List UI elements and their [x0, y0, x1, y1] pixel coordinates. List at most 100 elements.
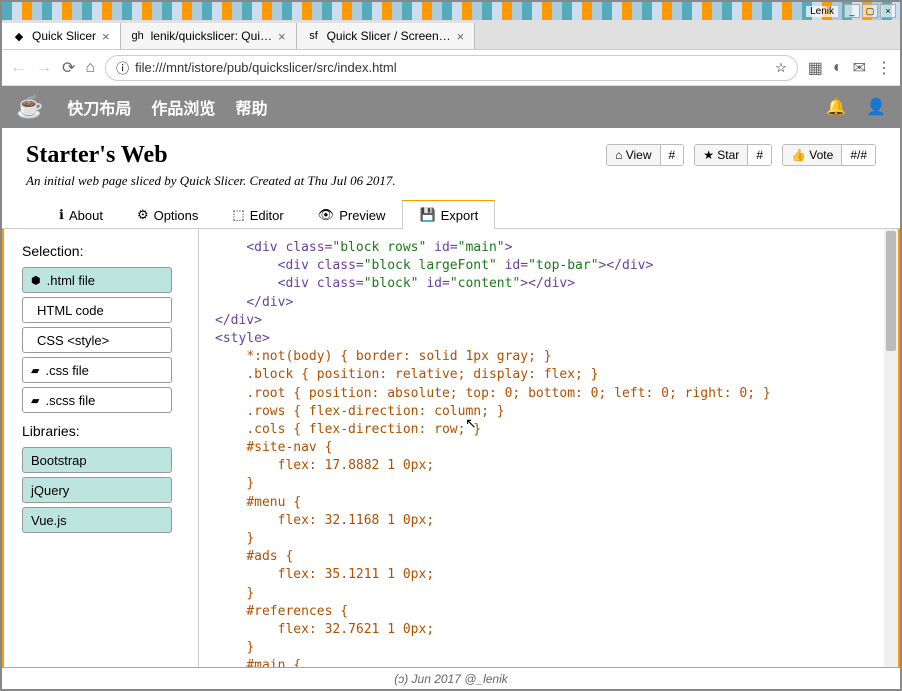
lib-bootstrap[interactable]: Bootstrap: [22, 447, 172, 473]
tab-options[interactable]: ⚙Options: [120, 200, 215, 229]
format-label: CSS <style>: [37, 333, 109, 348]
titlebar-user: Lenik: [806, 6, 838, 17]
browser-tabstrip: ◆Quick Slicer×ghlenik/quickslicer: Qui…×…: [2, 20, 900, 50]
badge-button[interactable]: ⌂ View: [607, 145, 660, 165]
url-text: file:///mnt/istore/pub/quickslicer/src/i…: [135, 60, 769, 75]
tab-icon: 👁: [318, 207, 335, 223]
tab-preview[interactable]: 👁 Preview: [301, 200, 403, 229]
tab-label: Options: [154, 208, 199, 223]
code-line: </div>: [215, 312, 882, 330]
code-line: <div class="block" id="content"></div>: [215, 275, 882, 293]
reload-icon[interactable]: ⟳: [62, 58, 75, 78]
window-max-button[interactable]: ▢: [862, 4, 878, 18]
selection-0[interactable]: ⬢.html file: [22, 267, 172, 293]
globe-icon[interactable]: ◐: [833, 59, 843, 77]
selection-1[interactable]: HTML code: [22, 297, 172, 323]
menu-icon[interactable]: ⋮: [876, 58, 892, 78]
page-header: Starter's Web An initial web page sliced…: [2, 128, 900, 199]
browser-toolbar: ← → ⟳ ⌂ ⓘ file:///mnt/istore/pub/quicksl…: [2, 50, 900, 86]
tab-favicon: gh: [131, 29, 145, 43]
code-line: </div>: [215, 294, 882, 312]
code-pane[interactable]: <div class="block rows" id="main"> <div …: [199, 229, 898, 667]
tab-icon: ℹ: [59, 207, 64, 223]
logo-icon[interactable]: ☕: [16, 94, 43, 120]
selection-4[interactable]: ▰.scss file: [22, 387, 172, 413]
code-line: .rows { flex-direction: column; }: [215, 403, 882, 421]
scrollbar[interactable]: [884, 229, 898, 667]
code-line: .block { position: relative; display: fl…: [215, 366, 882, 384]
tab-close-icon[interactable]: ×: [278, 29, 286, 44]
nav-link-2[interactable]: 帮助: [235, 95, 267, 119]
badge-view: ⌂ View#: [606, 144, 684, 166]
tab-favicon: ◆: [12, 29, 26, 43]
badge-row: ⌂ View#★ Star#👍 Vote#/#: [606, 144, 876, 166]
sidebar: Selection: ⬢.html fileHTML codeCSS <styl…: [4, 229, 199, 667]
star-icon[interactable]: ☆: [775, 60, 787, 76]
tab-label: Preview: [339, 208, 385, 223]
tab-label: Editor: [250, 208, 284, 223]
code-line: #references {: [215, 603, 882, 621]
code-line: .root { position: absolute; top: 0; bott…: [215, 385, 882, 403]
code-line: <style>: [215, 330, 882, 348]
bell-icon[interactable]: 🔔: [826, 97, 846, 117]
tab-label: About: [69, 208, 103, 223]
selection-3[interactable]: ▰.css file: [22, 357, 172, 383]
home-icon[interactable]: ⌂: [85, 59, 95, 77]
badge-vote: 👍 Vote#/#: [782, 144, 876, 166]
code-line: .cols { flex-direction: row; }: [215, 421, 882, 439]
tab-label: Quick Slicer: [32, 29, 96, 43]
os-titlebar: Lenik _ ▢ ×: [2, 2, 900, 20]
format-icon: ▰: [31, 394, 39, 407]
scroll-thumb[interactable]: [886, 231, 896, 351]
format-label: .html file: [47, 273, 95, 288]
code-line: *:not(body) { border: solid 1px gray; }: [215, 348, 882, 366]
tab-close-icon[interactable]: ×: [457, 29, 465, 44]
tab-close-icon[interactable]: ×: [102, 29, 110, 44]
code-line: <div class="block rows" id="main">: [215, 239, 882, 257]
code-line: #main {: [215, 657, 882, 667]
nav-link-1[interactable]: 作品浏览: [151, 95, 215, 119]
footer: (ɔ) Jun 2017 @_lenik: [2, 667, 900, 689]
forward-icon[interactable]: →: [36, 59, 52, 77]
selection-2[interactable]: CSS <style>: [22, 327, 172, 353]
lib-jquery[interactable]: jQuery: [22, 477, 172, 503]
code-line: }: [215, 530, 882, 548]
browser-tab-1[interactable]: ghlenik/quickslicer: Qui…×: [121, 23, 297, 49]
code-line: #menu {: [215, 494, 882, 512]
qr-icon[interactable]: ▦: [808, 58, 823, 78]
browser-tab-0[interactable]: ◆ Quick Slicer ×: [2, 23, 121, 49]
format-icon: ▰: [31, 364, 39, 377]
code-line: flex: 32.1168 1 0px;: [215, 512, 882, 530]
code-line: }: [215, 639, 882, 657]
tab-icon: 💾: [419, 207, 435, 223]
code-line: flex: 32.7621 1 0px;: [215, 621, 882, 639]
badge-count: #/#: [842, 145, 875, 165]
tab-editor[interactable]: ⬚ Editor: [215, 200, 300, 229]
info-icon[interactable]: ⓘ: [116, 58, 129, 77]
tab-about[interactable]: ℹ About: [42, 200, 120, 229]
code-line: flex: 35.1211 1 0px;: [215, 566, 882, 584]
lib-vue.js[interactable]: Vue.js: [22, 507, 172, 533]
code-line: }: [215, 585, 882, 603]
nav-link-0[interactable]: 快刀布局: [67, 95, 131, 119]
window-min-button[interactable]: _: [844, 4, 860, 18]
tab-icon: ⬚: [232, 207, 244, 223]
url-bar[interactable]: ⓘ file:///mnt/istore/pub/quickslicer/src…: [105, 55, 798, 81]
code-line: <div class="block largeFont" id="top-bar…: [215, 257, 882, 275]
back-icon[interactable]: ←: [10, 59, 26, 77]
code-line: flex: 17.8882 1 0px;: [215, 457, 882, 475]
window-close-button[interactable]: ×: [880, 4, 896, 18]
badge-button[interactable]: ★ Star: [695, 145, 748, 165]
browser-tab-2[interactable]: sf Quick Slicer / Screen… ×: [297, 23, 476, 49]
badge-button[interactable]: 👍 Vote: [783, 145, 842, 165]
tab-label: Quick Slicer / Screen…: [327, 29, 451, 43]
format-label: HTML code: [37, 303, 104, 318]
app-navbar: ☕ 快刀布局 作品浏览 帮助 🔔 👤: [2, 86, 900, 128]
mail-icon[interactable]: ✉: [853, 58, 866, 78]
app-tab-row: ℹ About ⚙Options ⬚ Editor 👁 Preview 💾Export: [2, 199, 900, 229]
tab-favicon: sf: [307, 29, 321, 43]
badge-star: ★ Star#: [694, 144, 772, 166]
tab-export[interactable]: 💾Export: [402, 200, 495, 229]
user-icon[interactable]: 👤: [866, 97, 886, 117]
badge-count: #: [661, 145, 684, 165]
